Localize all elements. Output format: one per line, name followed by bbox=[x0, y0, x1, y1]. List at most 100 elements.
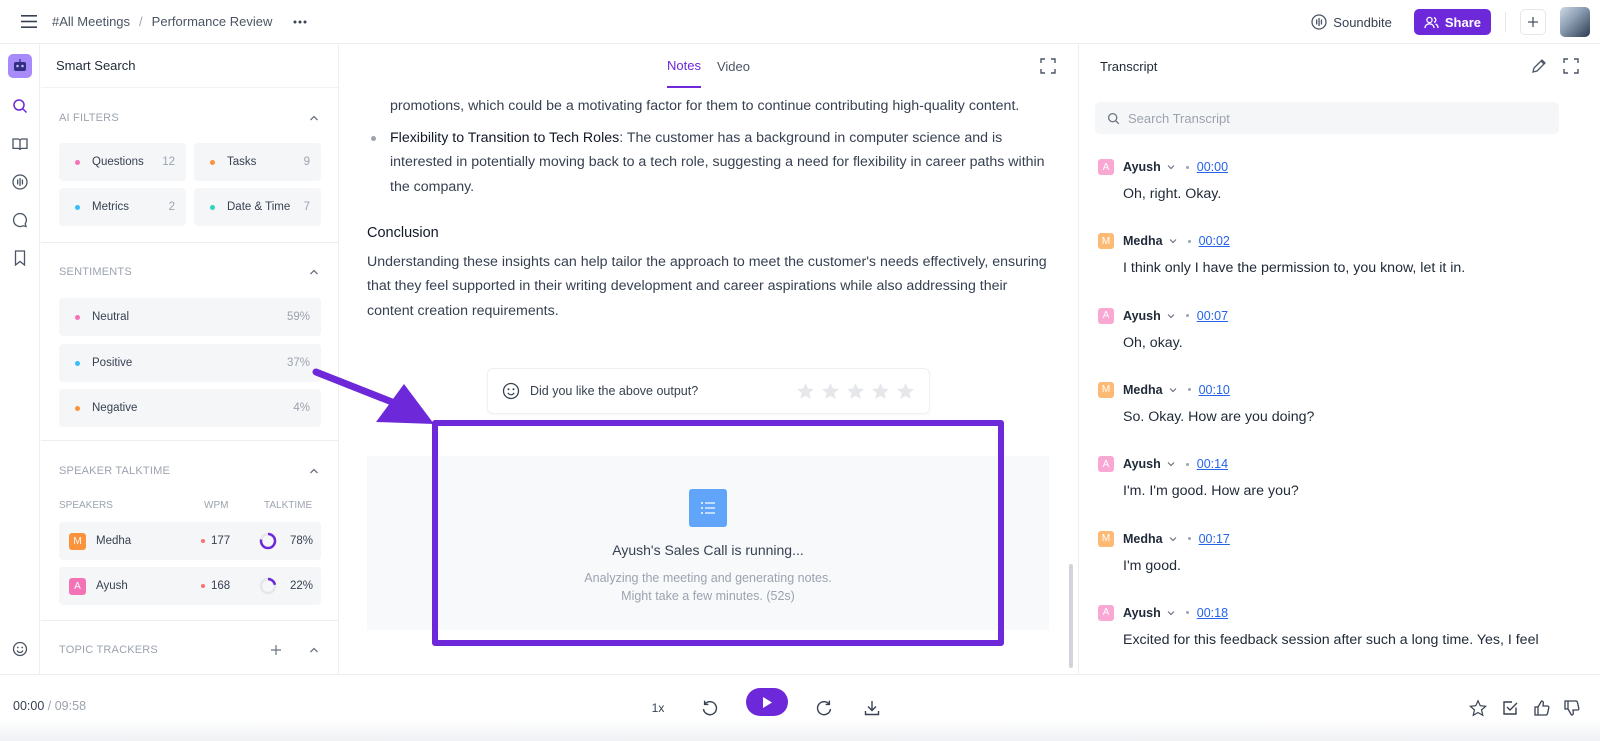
soundbite-button[interactable]: Soundbite bbox=[1311, 14, 1392, 30]
playback-speed-button[interactable]: 1x bbox=[646, 696, 670, 720]
chevron-down-icon[interactable] bbox=[1168, 236, 1178, 246]
playback-time: 00:00 / 09:58 bbox=[13, 699, 86, 713]
star-icon[interactable] bbox=[821, 382, 840, 400]
notes-partial-line: promotions, which could be a motivating … bbox=[390, 98, 1020, 114]
star-icon[interactable] bbox=[796, 382, 815, 400]
speaker-row-medha[interactable]: M Medha 177 78% bbox=[59, 522, 321, 560]
col-talktime: TALKTIME bbox=[264, 500, 313, 511]
chevron-down-icon[interactable] bbox=[1166, 459, 1176, 469]
chevron-down-icon[interactable] bbox=[1168, 534, 1178, 544]
star-icon[interactable] bbox=[896, 382, 915, 400]
sentiment-label: Negative bbox=[92, 402, 138, 414]
star-icon[interactable] bbox=[1466, 696, 1490, 720]
user-avatar[interactable] bbox=[1560, 7, 1590, 37]
topic-trackers-header[interactable]: TOPIC TRACKERS bbox=[59, 644, 320, 656]
sentiment-chip-negative[interactable]: Negative 4% bbox=[59, 389, 321, 427]
timestamp-link[interactable]: 00:17 bbox=[1199, 532, 1230, 546]
share-button[interactable]: Share bbox=[1413, 9, 1491, 35]
speaker-talktime-header[interactable]: SPEAKER TALKTIME bbox=[59, 465, 320, 477]
thumbs-down-icon[interactable] bbox=[1560, 696, 1584, 720]
search-icon[interactable] bbox=[8, 94, 32, 118]
speaker-name[interactable]: Ayush bbox=[1123, 457, 1161, 471]
separator-dot bbox=[1187, 537, 1191, 540]
highlight-annotation-box bbox=[432, 420, 1004, 646]
soundwave-icon[interactable] bbox=[8, 170, 32, 194]
rewind-icon[interactable] bbox=[698, 696, 722, 720]
notes-scrollbar[interactable] bbox=[1069, 564, 1073, 668]
transcript-entry: M Medha 00:02 I think only I have the permi… bbox=[1098, 233, 1588, 276]
timestamp-link[interactable]: 00:10 bbox=[1199, 383, 1230, 397]
smiley-icon[interactable] bbox=[8, 637, 32, 661]
timestamp-link[interactable]: 00:14 bbox=[1197, 457, 1228, 471]
speaker-name[interactable]: Medha bbox=[1123, 532, 1163, 546]
speaker-wpm: 168 bbox=[211, 580, 231, 592]
speaker-name[interactable]: Ayush bbox=[1123, 309, 1161, 323]
conclusion-body: Understanding these insights can help ta… bbox=[367, 253, 1047, 319]
play-button[interactable] bbox=[746, 688, 788, 716]
filter-chip-date-time[interactable]: Date & Time 7 bbox=[194, 188, 321, 226]
more-options-icon[interactable] bbox=[290, 12, 310, 32]
speaker-row-ayush[interactable]: A Ayush 168 22% bbox=[59, 567, 321, 605]
separator-dot bbox=[1185, 165, 1189, 169]
sentiments-header[interactable]: SENTIMENTS bbox=[59, 266, 320, 278]
chevron-down-icon[interactable] bbox=[1166, 311, 1176, 321]
separator-dot bbox=[1185, 462, 1189, 466]
talktime-ring bbox=[259, 577, 277, 595]
transcript-search-input[interactable] bbox=[1128, 110, 1528, 126]
task-checkbox-icon[interactable] bbox=[1498, 696, 1522, 720]
book-icon[interactable] bbox=[8, 132, 32, 156]
tab-notes[interactable]: Notes bbox=[667, 44, 701, 88]
download-icon[interactable] bbox=[860, 696, 884, 720]
timestamp-link[interactable]: 00:18 bbox=[1197, 606, 1228, 620]
breadcrumb-all-meetings[interactable]: #All Meetings bbox=[52, 14, 130, 29]
separator-dot bbox=[1187, 239, 1191, 243]
transcript-entry: M Medha 00:10 So. Okay. How are you doing? bbox=[1098, 381, 1588, 425]
star-icon[interactable] bbox=[871, 382, 890, 400]
utterance-text: I'm good. bbox=[1123, 557, 1181, 574]
filter-count: 7 bbox=[303, 201, 310, 213]
thumbs-up-icon[interactable] bbox=[1530, 696, 1554, 720]
add-button[interactable] bbox=[1520, 9, 1546, 35]
hamburger-menu-icon[interactable] bbox=[18, 11, 40, 33]
chevron-up-icon[interactable] bbox=[308, 112, 320, 124]
speaker-name[interactable]: Medha bbox=[1123, 383, 1163, 397]
plus-icon[interactable] bbox=[270, 644, 282, 656]
speaker-name[interactable]: Ayush bbox=[1123, 160, 1161, 174]
sentiment-chip-positive[interactable]: Positive 37% bbox=[59, 344, 321, 382]
filter-chip-metrics[interactable]: Metrics 2 bbox=[59, 188, 186, 226]
speaker-avatar: A bbox=[1098, 604, 1114, 621]
chevron-up-icon[interactable] bbox=[308, 266, 320, 278]
chat-icon[interactable] bbox=[8, 208, 32, 232]
bookmark-icon[interactable] bbox=[8, 246, 32, 270]
speaker-name[interactable]: Medha bbox=[1123, 234, 1163, 248]
filter-chip-tasks[interactable]: Tasks 9 bbox=[194, 143, 321, 181]
speaker-name[interactable]: Ayush bbox=[1123, 606, 1161, 620]
chevron-down-icon[interactable] bbox=[1168, 385, 1178, 395]
timestamp-link[interactable]: 00:07 bbox=[1197, 309, 1228, 323]
section-divider bbox=[41, 242, 338, 243]
timestamp-link[interactable]: 00:00 bbox=[1197, 160, 1228, 174]
section-divider bbox=[41, 620, 338, 621]
transcript-entry-header: M Medha 00:10 bbox=[1098, 381, 1588, 398]
tab-video[interactable]: Video bbox=[717, 44, 750, 88]
sentiment-chip-neutral[interactable]: Neutral 59% bbox=[59, 298, 321, 336]
ai-filters-header[interactable]: AI FILTERS bbox=[59, 112, 320, 124]
fullscreen-icon[interactable] bbox=[1039, 57, 1057, 75]
edit-icon[interactable] bbox=[1530, 57, 1548, 75]
chevron-down-icon[interactable] bbox=[1166, 162, 1176, 172]
fullscreen-icon[interactable] bbox=[1562, 57, 1580, 75]
filter-chip-questions[interactable]: Questions 12 bbox=[59, 143, 186, 181]
soundbite-icon bbox=[1311, 14, 1327, 30]
filter-count: 2 bbox=[168, 201, 175, 213]
timestamp-link[interactable]: 00:02 bbox=[1199, 234, 1230, 248]
transcript-entry-header: A Ayush 00:18 bbox=[1098, 604, 1588, 621]
chevron-up-icon[interactable] bbox=[308, 644, 320, 656]
chevron-up-icon[interactable] bbox=[308, 465, 320, 477]
chevron-down-icon[interactable] bbox=[1166, 608, 1176, 618]
transcript-entry-header: A Ayush 00:00 bbox=[1098, 159, 1588, 175]
breadcrumb: #All Meetings / Performance Review bbox=[52, 14, 272, 29]
star-icon[interactable] bbox=[846, 382, 865, 400]
app-logo-icon[interactable] bbox=[8, 54, 32, 78]
transcript-panel: Transcript AAyush00:00Oh, right. Okay.MM… bbox=[1078, 44, 1600, 674]
forward-icon[interactable] bbox=[812, 696, 836, 720]
